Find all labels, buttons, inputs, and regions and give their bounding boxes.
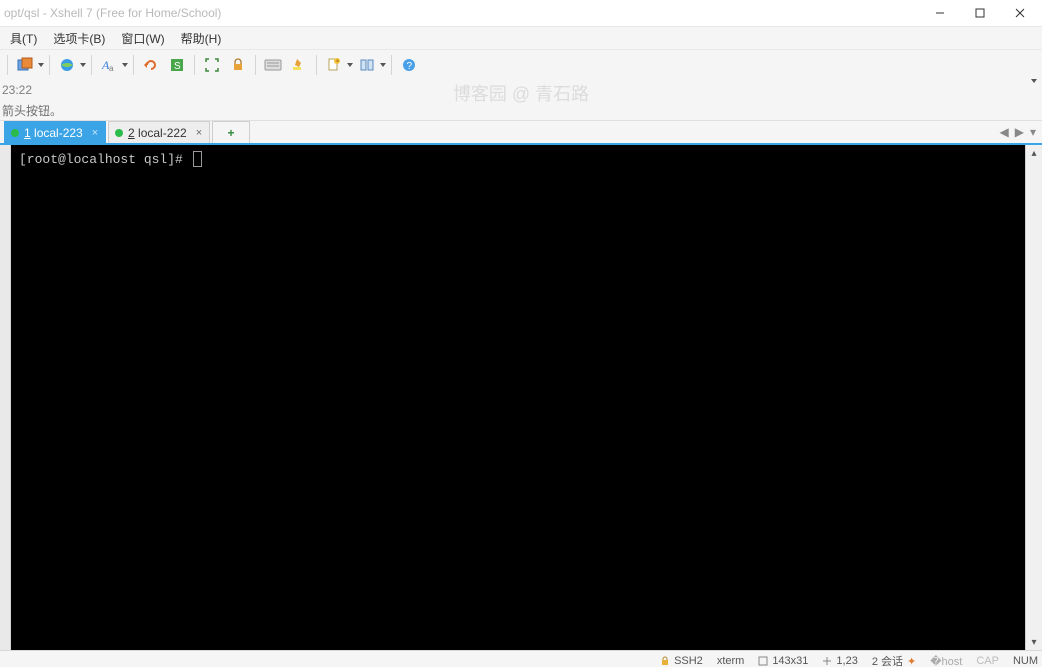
help-button[interactable]: ? <box>397 53 421 77</box>
window-title: opt/qsl - Xshell 7 (Free for Home/School… <box>4 6 221 20</box>
tab-close-button[interactable]: × <box>92 127 98 139</box>
address-bar[interactable]: 23:22 博客园 @ 青石路 <box>0 80 1042 100</box>
status-cap: CAP <box>976 655 999 667</box>
status-dot-icon <box>11 129 19 137</box>
chevron-down-icon <box>1031 79 1037 97</box>
svg-text:a: a <box>109 64 114 73</box>
session-explorer-button[interactable] <box>13 53 37 77</box>
font-button[interactable]: Aa <box>97 53 121 77</box>
scroll-track[interactable] <box>1026 161 1042 634</box>
terminal-container: [root@localhost qsl]# ▴ ▾ <box>0 145 1042 650</box>
new-tab-button[interactable]: + <box>212 121 250 143</box>
lock-icon <box>660 656 670 666</box>
dropdown-caret-icon[interactable] <box>122 63 128 67</box>
tabs-row: 1 local-223 × 2 local-222 × + ◀ ▶ ▾ <box>0 121 1042 145</box>
menu-tabs[interactable]: 选项卡(B) <box>45 28 113 49</box>
tab-nav-prev[interactable]: ◀ <box>1000 125 1009 139</box>
scroll-up-button[interactable]: ▴ <box>1026 145 1042 161</box>
size-icon <box>758 656 768 666</box>
address-dropdown-button[interactable] <box>1024 83 1042 97</box>
menubar: 具(T) 选项卡(B) 窗口(W) 帮助(H) <box>0 26 1042 49</box>
script-button[interactable]: S <box>165 53 189 77</box>
svg-text:✶: ✶ <box>335 58 340 65</box>
svg-text:?: ? <box>407 61 413 72</box>
minimize-button[interactable] <box>920 0 960 26</box>
terminal-cursor <box>193 151 202 167</box>
vertical-scrollbar[interactable]: ▴ ▾ <box>1025 145 1042 650</box>
globe-button[interactable] <box>55 53 79 77</box>
scroll-down-button[interactable]: ▾ <box>1026 634 1042 650</box>
hint-bar: 箭头按钮。 <box>0 100 1042 121</box>
close-button[interactable] <box>1000 0 1040 26</box>
status-term: xterm <box>717 655 745 667</box>
dropdown-caret-icon[interactable] <box>380 63 386 67</box>
dropdown-caret-icon[interactable] <box>347 63 353 67</box>
address-text: 23:22 <box>2 83 32 97</box>
fullscreen-button[interactable] <box>200 53 224 77</box>
titlebar: opt/qsl - Xshell 7 (Free for Home/School… <box>0 0 1042 26</box>
menu-help[interactable]: 帮助(H) <box>173 28 230 49</box>
refresh-button[interactable] <box>139 53 163 77</box>
left-gutter <box>0 145 11 650</box>
menu-tools[interactable]: 具(T) <box>2 28 45 49</box>
status-connection: SSH2 <box>660 655 703 667</box>
status-num: NUM <box>1013 655 1038 667</box>
lock-button[interactable] <box>226 53 250 77</box>
tab-local-223[interactable]: 1 local-223 × <box>4 121 106 143</box>
resize-divider[interactable]: �host <box>930 655 962 667</box>
status-size: 143x31 <box>758 655 808 667</box>
dropdown-caret-icon[interactable] <box>80 63 86 67</box>
menu-window[interactable]: 窗口(W) <box>113 28 172 49</box>
highlight-button[interactable] <box>287 53 311 77</box>
tab-close-button[interactable]: × <box>196 127 202 139</box>
tab-label: 2 local-222 <box>128 126 187 140</box>
svg-text:S: S <box>174 61 181 72</box>
terminal-prompt: [root@localhost qsl]# <box>19 152 191 167</box>
maximize-button[interactable] <box>960 0 1000 26</box>
tab-nav-menu[interactable]: ▾ <box>1030 125 1036 139</box>
tab-label: 1 local-223 <box>24 126 83 140</box>
terminal[interactable]: [root@localhost qsl]# <box>11 145 1025 650</box>
dropdown-caret-icon[interactable] <box>38 63 44 67</box>
status-bar: SSH2 xterm 143x31 1,23 2 会话 ✦ �host CAP … <box>0 650 1042 667</box>
tab-nav-next[interactable]: ▶ <box>1015 125 1024 139</box>
cursor-pos-icon <box>822 656 832 666</box>
plus-icon: + <box>227 126 234 140</box>
layout-button[interactable] <box>355 53 379 77</box>
status-sessions: 2 会话 ✦ <box>872 653 916 667</box>
tab-local-222[interactable]: 2 local-222 × <box>108 121 210 143</box>
status-cursor: 1,23 <box>822 655 857 667</box>
keyboard-button[interactable] <box>261 53 285 77</box>
new-file-button[interactable]: ✶ <box>322 53 346 77</box>
toolbar: Aa S ✶ ? <box>0 49 1042 80</box>
hint-text: 箭头按钮。 <box>2 102 62 119</box>
status-dot-icon <box>115 129 123 137</box>
